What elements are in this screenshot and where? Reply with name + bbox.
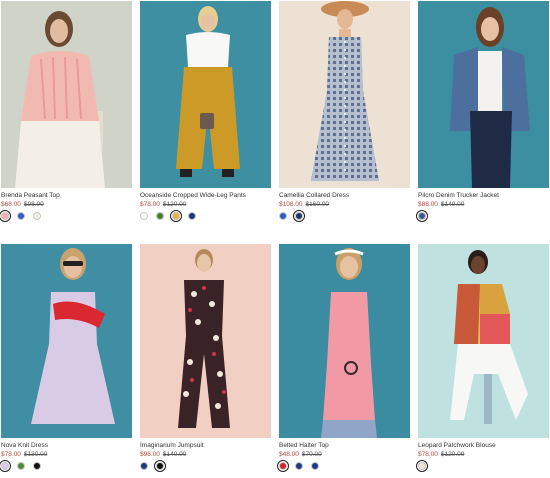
product-price: $78.00 $130.00 xyxy=(1,450,132,459)
product-image[interactable] xyxy=(418,1,549,188)
product-name[interactable]: Belted Halter Top xyxy=(279,442,410,450)
model-photo-figure xyxy=(279,1,410,188)
color-swatch[interactable] xyxy=(188,212,196,220)
color-swatch[interactable] xyxy=(416,210,428,222)
product-card[interactable]: Nova Knit Dress $78.00 $130.00 xyxy=(0,244,132,472)
product-card[interactable]: Belted Halter Top $48.00 $70.00 xyxy=(277,244,410,472)
model-photo-figure xyxy=(1,1,132,188)
model-photo-figure xyxy=(140,1,271,188)
original-price: $98.00 xyxy=(23,201,44,208)
product-card[interactable]: Leopard Patchwork Blouse $78.00 $120.00 xyxy=(416,244,549,472)
color-swatch[interactable] xyxy=(17,462,25,470)
product-name[interactable]: Pilcro Denim Trucker Jacket xyxy=(418,192,549,200)
original-price: $120.00 xyxy=(162,201,187,208)
product-name[interactable]: Oceanside Cropped Wide-Leg Pants xyxy=(140,192,271,200)
product-image[interactable] xyxy=(1,244,132,438)
sale-price: $78.00 xyxy=(418,451,438,458)
product-price: $108.00 $160.00 xyxy=(279,200,410,209)
color-swatches xyxy=(140,210,271,222)
original-price: $130.00 xyxy=(23,451,48,458)
product-card[interactable]: Imaginarium Jumpsuit $98.00 $140.00 xyxy=(140,244,271,472)
original-price: $160.00 xyxy=(305,201,330,208)
color-swatch[interactable] xyxy=(170,210,182,222)
product-name[interactable]: Camellia Collared Dress xyxy=(279,192,410,200)
original-price: $140.00 xyxy=(440,201,465,208)
color-swatch[interactable] xyxy=(311,462,319,470)
sale-price: $98.00 xyxy=(140,451,160,458)
product-name[interactable]: Nova Knit Dress xyxy=(1,442,132,450)
model-photo-figure xyxy=(140,244,271,438)
original-price: $70.00 xyxy=(301,451,322,458)
product-card[interactable]: Pilcro Denim Trucker Jacket $88.00 $140.0… xyxy=(416,1,549,222)
product-image[interactable] xyxy=(1,1,132,188)
product-name[interactable]: Imaginarium Jumpsuit xyxy=(140,442,271,450)
color-swatch[interactable] xyxy=(416,460,428,472)
color-swatch[interactable] xyxy=(33,462,41,470)
sale-price: $78.00 xyxy=(1,451,21,458)
color-swatches xyxy=(277,460,410,472)
sale-price: $108.00 xyxy=(279,201,303,208)
color-swatch[interactable] xyxy=(0,210,11,222)
color-swatch[interactable] xyxy=(293,210,305,222)
color-swatch[interactable] xyxy=(33,212,41,220)
color-swatch[interactable] xyxy=(0,460,11,472)
product-price: $78.00 $120.00 xyxy=(140,200,271,209)
sale-price: $88.00 xyxy=(418,201,438,208)
model-photo-figure xyxy=(418,1,549,188)
color-swatches xyxy=(416,460,549,472)
model-photo-figure xyxy=(1,244,132,438)
sale-price: $48.00 xyxy=(279,451,299,458)
model-photo-figure xyxy=(418,244,549,438)
product-image[interactable] xyxy=(418,244,549,438)
product-price: $88.00 $140.00 xyxy=(418,200,549,209)
product-image[interactable] xyxy=(279,1,410,188)
product-card[interactable]: Brenda Peasant Top $68.00 $98.00 xyxy=(0,1,132,222)
color-swatches xyxy=(279,210,410,222)
product-image[interactable] xyxy=(279,244,410,438)
product-card[interactable]: Camellia Collared Dress $108.00 $160.00 xyxy=(279,1,410,222)
color-swatches xyxy=(0,460,132,472)
sale-price: $68.00 xyxy=(1,201,21,208)
model-photo-figure xyxy=(279,244,410,438)
original-price: $120.00 xyxy=(440,451,465,458)
product-image[interactable] xyxy=(140,1,271,188)
color-swatch[interactable] xyxy=(17,212,25,220)
original-price: $140.00 xyxy=(162,451,187,458)
color-swatch[interactable] xyxy=(156,212,164,220)
product-name[interactable]: Brenda Peasant Top xyxy=(1,192,132,200)
color-swatch[interactable] xyxy=(140,212,148,220)
sale-price: $78.00 xyxy=(140,201,160,208)
color-swatches xyxy=(0,210,132,222)
color-swatch[interactable] xyxy=(154,460,166,472)
color-swatch[interactable] xyxy=(295,462,303,470)
color-swatches xyxy=(416,210,549,222)
product-price: $48.00 $70.00 xyxy=(279,450,410,459)
product-card[interactable]: Oceanside Cropped Wide-Leg Pants $78.00 $… xyxy=(140,1,271,222)
product-price: $68.00 $98.00 xyxy=(1,200,132,209)
color-swatches xyxy=(140,460,271,472)
product-image[interactable] xyxy=(140,244,271,438)
product-grid: Brenda Peasant Top $68.00 $98.00 Oceansid… xyxy=(0,0,550,478)
product-price: $78.00 $120.00 xyxy=(418,450,549,459)
color-swatch[interactable] xyxy=(279,212,287,220)
product-name[interactable]: Leopard Patchwork Blouse xyxy=(418,442,549,450)
product-price: $98.00 $140.00 xyxy=(140,450,271,459)
color-swatch[interactable] xyxy=(277,460,289,472)
color-swatch[interactable] xyxy=(140,462,148,470)
